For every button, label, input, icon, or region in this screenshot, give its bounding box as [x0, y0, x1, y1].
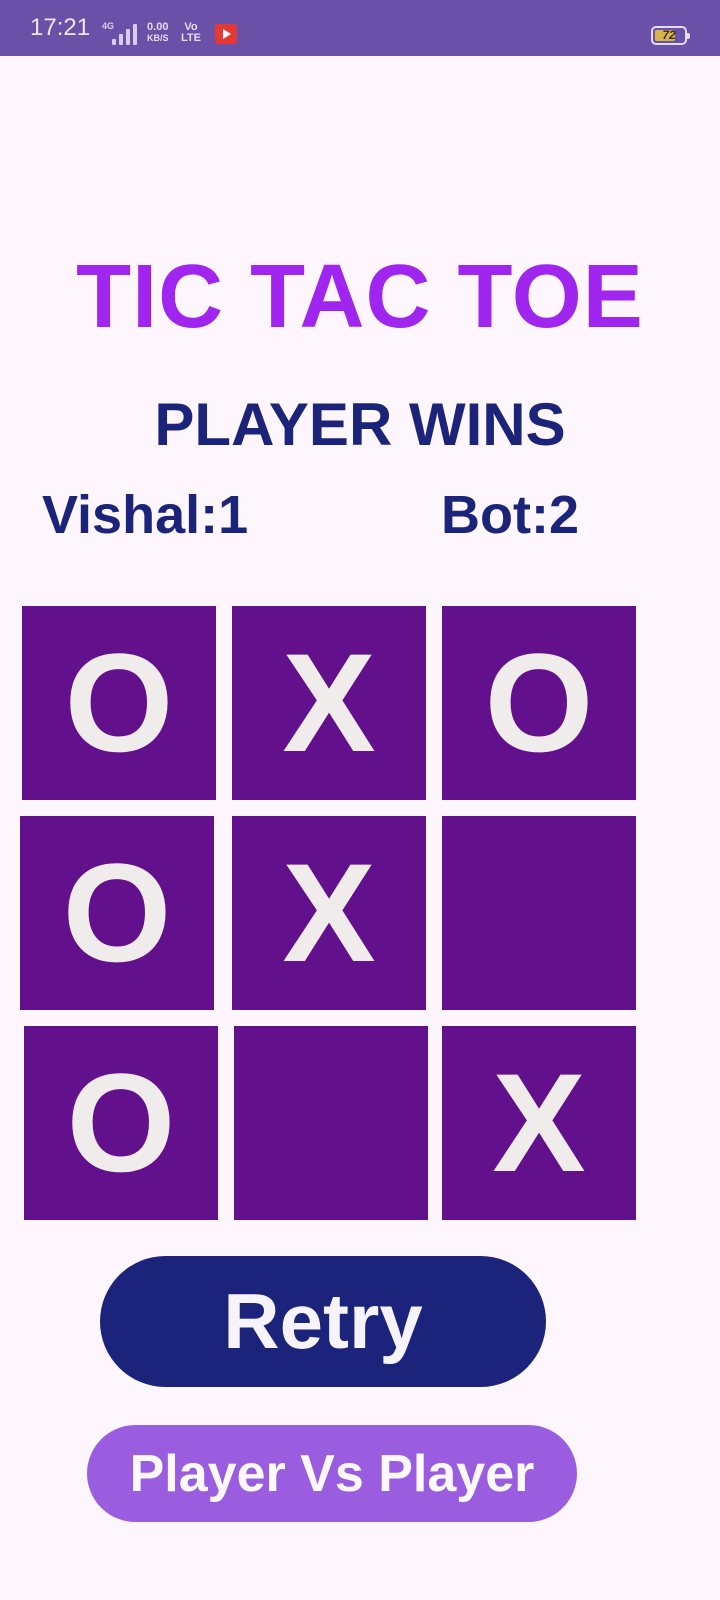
board-cell-8[interactable] — [234, 1026, 428, 1220]
page-title: TIC TAC TOE — [76, 247, 644, 347]
board-cell-1[interactable]: O — [22, 606, 216, 800]
board-cell-7[interactable]: O — [24, 1026, 218, 1220]
battery-icon: 72 — [651, 26, 690, 45]
game-result-text: PLAYER WINS — [154, 391, 566, 458]
status-bar: 17:21 4G 0.00 KB/S Vo LTE 72 — [0, 0, 720, 56]
network-speed-unit: KB/S — [147, 33, 169, 43]
bot-score: Bot:2 — [441, 485, 579, 545]
board-cell-3[interactable]: O — [442, 606, 636, 800]
volte-bottom: LTE — [181, 32, 201, 44]
status-time: 17:21 — [30, 14, 91, 41]
board-cell-5[interactable]: X — [232, 816, 426, 1010]
signal-icon — [112, 23, 140, 45]
player-vs-player-button[interactable]: Player Vs Player — [87, 1425, 577, 1522]
battery-level: 72 — [662, 28, 676, 42]
board-cell-2[interactable]: X — [232, 606, 426, 800]
network-speed-value: 0.00 — [147, 21, 169, 33]
player-score: Vishal:1 — [42, 485, 249, 545]
retry-button[interactable]: Retry — [100, 1256, 546, 1387]
board-cell-6[interactable] — [442, 816, 636, 1010]
board-cell-9[interactable]: X — [442, 1026, 636, 1220]
network-speed: 0.00 KB/S — [147, 22, 169, 44]
youtube-icon — [215, 24, 237, 44]
volte-indicator: Vo LTE — [181, 22, 201, 44]
board-cell-4[interactable]: O — [20, 816, 214, 1010]
